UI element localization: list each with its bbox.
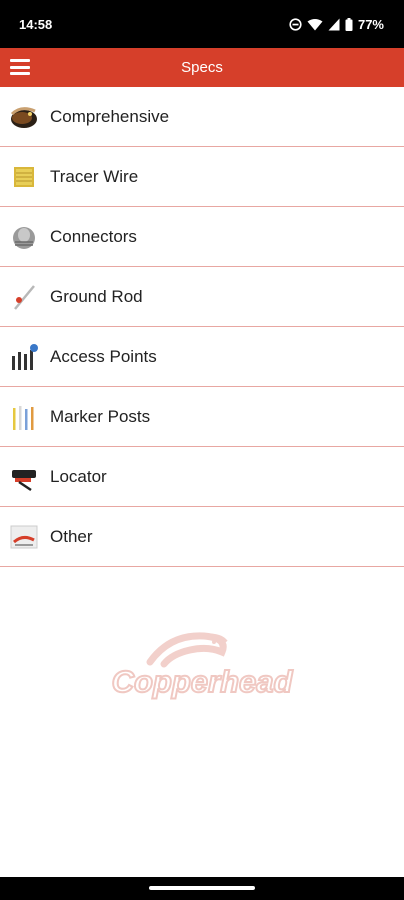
list-item-label: Ground Rod [50, 286, 143, 306]
connector-icon [13, 226, 35, 249]
list-item-label: Access Points [50, 346, 157, 366]
list-item-other[interactable]: Other [0, 507, 404, 567]
list-item-label: Tracer Wire [50, 166, 139, 186]
list-item-comprehensive[interactable]: Comprehensive [0, 87, 404, 147]
snake-head-icon [10, 106, 37, 128]
marker-posts-icon [13, 405, 34, 430]
list-item-ground-rod[interactable]: Ground Rod [0, 267, 404, 327]
signal-icon [328, 18, 340, 30]
list-item-marker-posts[interactable]: Marker Posts [0, 387, 404, 447]
page-title: Specs [181, 59, 223, 76]
do-not-disturb-icon [289, 17, 302, 31]
list-item-label: Comprehensive [50, 106, 170, 126]
list-item-label: Marker Posts [50, 406, 151, 426]
status-time: 14:58 [19, 16, 53, 32]
list-item-access-points[interactable]: Access Points [0, 327, 404, 387]
list-item-label: Connectors [50, 226, 137, 246]
locator-icon [12, 469, 36, 491]
home-gesture-bar[interactable] [149, 886, 255, 890]
app-bar: Specs [0, 48, 404, 87]
access-points-icon [12, 343, 38, 370]
system-nav-bar [0, 877, 404, 900]
ground-rod-icon [14, 284, 35, 310]
status-icons: 77% [289, 17, 384, 32]
menu-icon[interactable] [10, 58, 30, 76]
list-item-locator[interactable]: Locator [0, 447, 404, 507]
list-item-label: Locator [50, 466, 107, 486]
other-icon [10, 525, 38, 548]
list-item-label: Other [50, 526, 93, 546]
tracer-wire-spool-icon [14, 166, 34, 187]
wifi-icon [307, 18, 323, 30]
battery-percent: 77% [357, 16, 384, 32]
battery-icon [345, 17, 353, 31]
copperhead-logo-watermark: Copperhead [111, 632, 294, 700]
list-item-connectors[interactable]: Connectors [0, 207, 404, 267]
specs-list: Comprehensive Tracer Wire Connectors Gro… [0, 87, 404, 567]
svg-text:Copperhead: Copperhead [112, 664, 294, 699]
status-bar: 14:58 77% [0, 0, 404, 48]
list-item-tracer-wire[interactable]: Tracer Wire [0, 147, 404, 207]
